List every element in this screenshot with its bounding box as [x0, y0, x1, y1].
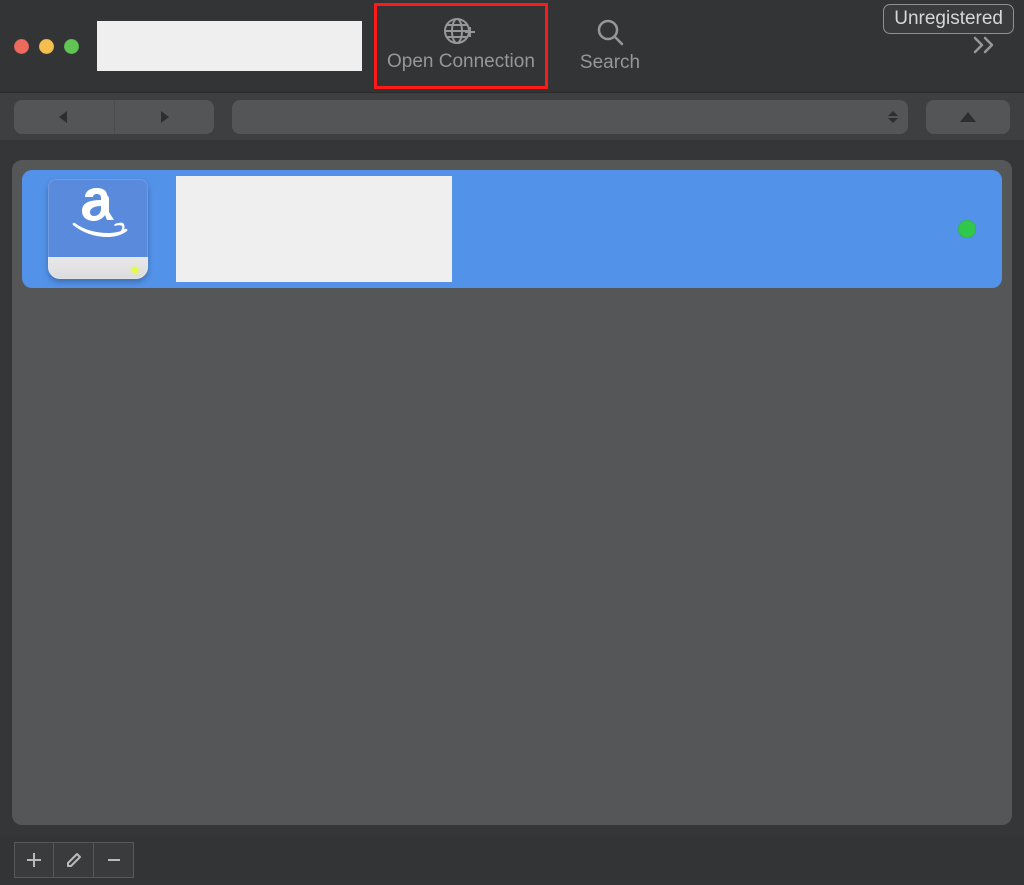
- bookmark-name: [176, 176, 452, 282]
- globe-plus-icon: [443, 17, 479, 45]
- nav-forward-button[interactable]: [115, 100, 215, 134]
- window-controls: [14, 39, 79, 54]
- plus-icon: [25, 851, 43, 869]
- bookmark-list: [12, 160, 1012, 825]
- navigation-bar: [0, 92, 1024, 140]
- pencil-icon: [65, 851, 83, 869]
- titlebar: Open Connection Search Unregistered: [0, 0, 1024, 92]
- toolbar-group: Open Connection Search: [374, 0, 650, 92]
- nav-back-forward: [14, 100, 214, 134]
- status-online-indicator: [958, 220, 976, 238]
- window-title: [97, 21, 362, 71]
- add-bookmark-button[interactable]: [14, 842, 54, 878]
- toolbar-overflow-button[interactable]: [972, 31, 1010, 62]
- window-close-button[interactable]: [14, 39, 29, 54]
- edit-bookmark-button[interactable]: [54, 842, 94, 878]
- go-up-button[interactable]: [926, 100, 1010, 134]
- stepper-icon: [888, 111, 898, 123]
- path-dropdown[interactable]: [232, 100, 908, 134]
- triangle-right-icon: [157, 110, 171, 124]
- search-button[interactable]: Search: [570, 3, 650, 89]
- bookmark-edit-group: [14, 842, 134, 878]
- triangle-up-icon: [960, 112, 976, 122]
- triangle-left-icon: [57, 110, 71, 124]
- amazon-logo-icon: [67, 187, 129, 237]
- window-zoom-button[interactable]: [64, 39, 79, 54]
- unregistered-badge[interactable]: Unregistered: [883, 4, 1014, 34]
- search-icon: [596, 18, 624, 46]
- open-connection-label: Open Connection: [387, 51, 535, 73]
- amazon-drive-icon: [44, 175, 152, 283]
- bookmark-row[interactable]: [22, 170, 1002, 288]
- nav-back-button[interactable]: [14, 100, 115, 134]
- minus-icon: [105, 851, 123, 869]
- remove-bookmark-button[interactable]: [94, 842, 134, 878]
- search-label: Search: [580, 52, 640, 74]
- chevron-double-right-icon: [972, 35, 998, 55]
- open-connection-button[interactable]: Open Connection: [374, 3, 548, 89]
- window-minimize-button[interactable]: [39, 39, 54, 54]
- bottom-toolbar: [0, 835, 1024, 885]
